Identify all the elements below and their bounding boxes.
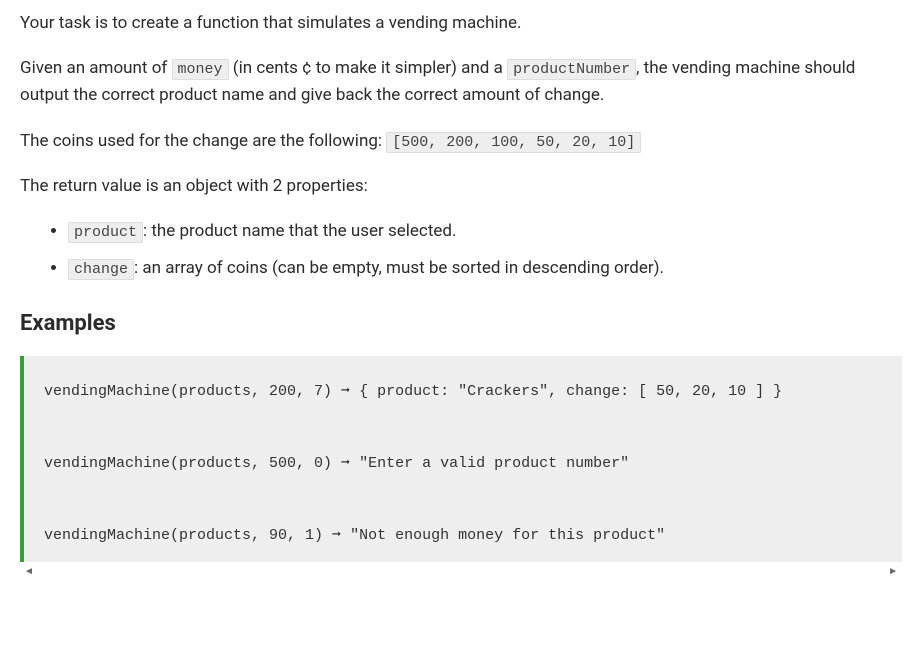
paragraph-return: The return value is an object with 2 pro… xyxy=(20,173,902,200)
code-product-prop: product xyxy=(68,222,143,243)
code-money: money xyxy=(172,59,229,80)
text-fragment: The coins used for the change are the fo… xyxy=(20,131,386,151)
text-fragment: Given an amount of xyxy=(20,58,172,78)
list-item: change: an array of coins (can be empty,… xyxy=(68,255,902,282)
scroll-right-icon: ► xyxy=(888,564,898,580)
scroll-left-icon: ◄ xyxy=(24,564,34,580)
paragraph-given: Given an amount of money (in cents ¢ to … xyxy=(20,55,902,109)
text-fragment: : an array of coins (can be empty, must … xyxy=(134,258,664,278)
paragraph-intro: Your task is to create a function that s… xyxy=(20,10,902,37)
code-product-number: productNumber xyxy=(507,59,636,80)
code-change-prop: change xyxy=(68,259,134,280)
text-fragment: (in cents ¢ to make it simpler) and a xyxy=(229,58,508,78)
properties-list: product: the product name that the user … xyxy=(20,218,902,282)
paragraph-coins: The coins used for the change are the fo… xyxy=(20,128,902,155)
text-fragment: : the product name that the user selecte… xyxy=(143,221,456,241)
scroll-indicator: ◄ ► xyxy=(20,562,902,580)
examples-code-block[interactable]: vendingMachine(products, 200, 7) ➞ { pro… xyxy=(20,356,902,562)
code-block-wrapper: vendingMachine(products, 200, 7) ➞ { pro… xyxy=(20,356,902,580)
code-coins-array: [500, 200, 100, 50, 20, 10] xyxy=(386,132,641,153)
examples-heading: Examples xyxy=(20,306,902,341)
list-item: product: the product name that the user … xyxy=(68,218,902,245)
